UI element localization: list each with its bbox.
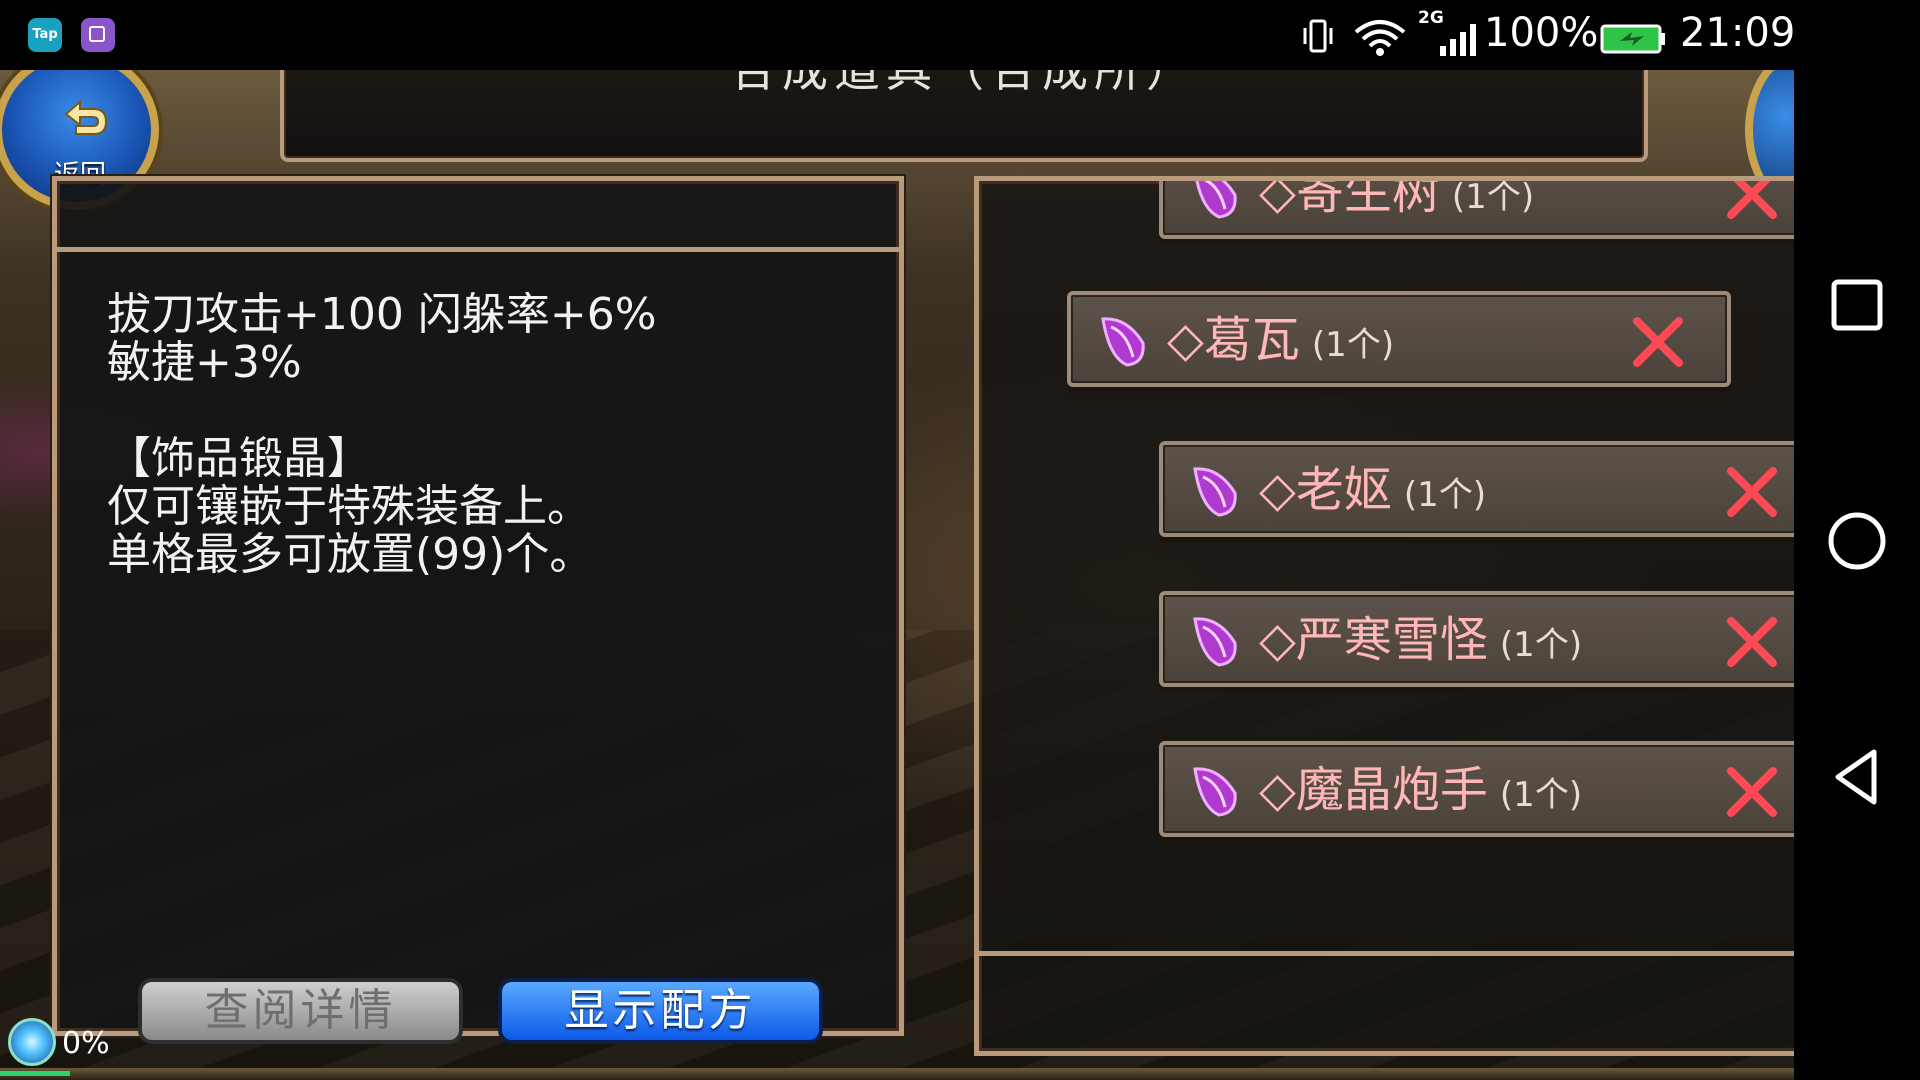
remove-x-icon[interactable] <box>1723 463 1781 521</box>
title-banner: 合成道具（合成所） <box>280 70 1648 162</box>
status-bar: Tap 2G 100% 21:09 <box>0 0 1920 70</box>
gem-icon <box>1193 617 1237 667</box>
battery-icon <box>1600 24 1665 54</box>
recipe-list-panel: ◇寄生树 (1个) ◇葛瓦 (1个) ◇老妪 (1个) ◇严寒雪怪 (1个) ◇… <box>974 176 1794 1056</box>
gem-icon <box>1193 467 1237 517</box>
item-note-line: 仅可镶嵌于特殊装备上。 <box>107 481 591 532</box>
page-title: 合成道具（合成所） <box>730 70 1198 97</box>
android-nav-bar <box>1794 70 1920 1080</box>
gem-icon <box>1193 767 1237 817</box>
item-name: ◇老妪 (1个) <box>1259 462 1487 518</box>
screen: Tap 2G 100% 21:09 合成道具（合成所） 返回 拔刀攻击+100 … <box>0 0 1920 1080</box>
list-item[interactable]: ◇老妪 (1个) <box>1159 441 1794 537</box>
panel-divider <box>57 247 899 252</box>
wifi-icon <box>1354 20 1406 56</box>
recents-icon[interactable] <box>1824 272 1890 338</box>
list-item[interactable]: ◇魔晶炮手 (1个) <box>1159 741 1794 837</box>
item-name: ◇魔晶炮手 (1个) <box>1259 762 1583 818</box>
bottom-progress-bar <box>0 1068 1794 1080</box>
remove-x-icon[interactable] <box>1723 613 1781 671</box>
list-item[interactable]: ◇严寒雪怪 (1个) <box>1159 591 1794 687</box>
loading-orb-icon <box>8 1018 56 1066</box>
item-description: 拔刀攻击+100 闪躲率+6% 敏捷+3% 【饰品锻晶】 仅可镶嵌于特殊装备上。… <box>107 291 867 579</box>
gem-icon <box>1195 181 1237 219</box>
remove-x-icon[interactable] <box>1723 181 1781 223</box>
home-icon[interactable] <box>1824 508 1890 574</box>
list-item[interactable]: ◇寄生树 (1个) <box>1159 181 1794 239</box>
tap-icon: Tap <box>28 18 62 52</box>
gallery-icon <box>81 18 115 52</box>
list-item[interactable]: ◇葛瓦 (1个) <box>1067 291 1731 387</box>
item-note-line: 单格最多可放置(99)个。 <box>107 529 594 580</box>
item-info-panel: 拔刀攻击+100 闪躲率+6% 敏捷+3% 【饰品锻晶】 仅可镶嵌于特殊装备上。… <box>52 176 904 1036</box>
gem-icon <box>1101 317 1145 367</box>
recipe-list[interactable]: ◇寄生树 (1个) ◇葛瓦 (1个) ◇老妪 (1个) ◇严寒雪怪 (1个) ◇… <box>979 181 1794 951</box>
back-icon[interactable] <box>1824 744 1890 810</box>
battery-percent: 100% <box>1484 10 1599 56</box>
item-name: ◇寄生树 (1个) <box>1259 181 1535 220</box>
return-arrow-icon <box>64 99 108 135</box>
progress-fill <box>0 1071 70 1076</box>
item-name: ◇葛瓦 (1个) <box>1167 312 1395 368</box>
item-category: 【饰品锻晶】 <box>107 433 371 484</box>
remove-x-icon[interactable] <box>1629 313 1687 371</box>
remove-x-icon[interactable] <box>1723 763 1781 821</box>
loading-percent: 0% <box>62 1026 110 1061</box>
vibrate-icon <box>1303 19 1333 53</box>
view-details-button[interactable]: 查阅详情 <box>138 978 463 1044</box>
game-viewport: 合成道具（合成所） 返回 拔刀攻击+100 闪躲率+6% 敏捷+3% 【饰品锻晶… <box>0 70 1794 1080</box>
item-name: ◇严寒雪怪 (1个) <box>1259 612 1583 668</box>
clock: 21:09 <box>1680 10 1796 56</box>
show-recipe-button[interactable]: 显示配方 <box>498 978 823 1044</box>
panel-divider <box>979 951 1794 956</box>
signal-icon <box>1440 24 1476 56</box>
item-stats-line: 敏捷+3% <box>107 337 302 388</box>
item-stats-line: 拔刀攻击+100 闪躲率+6% <box>107 289 657 340</box>
